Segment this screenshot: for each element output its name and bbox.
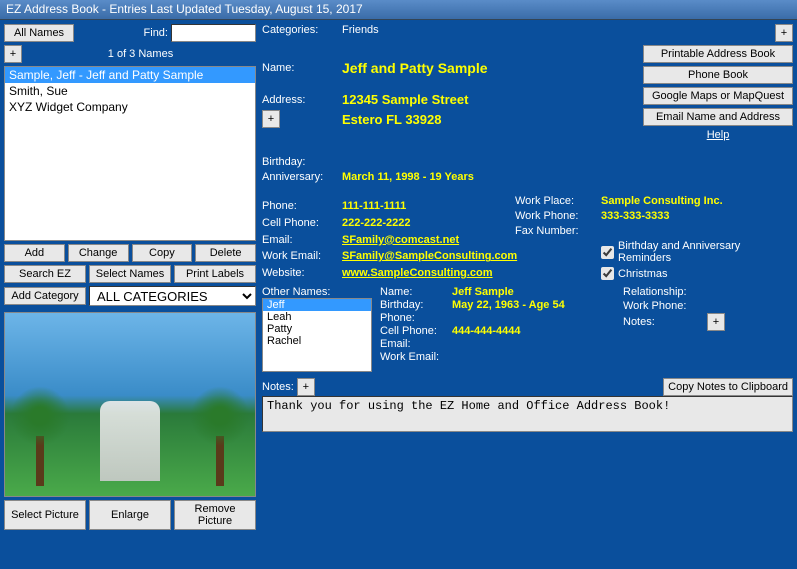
email-label: Email:: [262, 234, 334, 246]
notes-textarea[interactable]: [262, 396, 793, 432]
remove-picture-button[interactable]: Remove Picture: [174, 500, 256, 530]
name-label: Name:: [262, 62, 334, 74]
sub-relationship-label: Relationship:: [623, 286, 701, 298]
sub-workemail-label: Work Email:: [380, 351, 446, 363]
website-link[interactable]: www.SampleConsulting.com: [342, 267, 517, 279]
cell-label: Cell Phone:: [262, 217, 334, 229]
search-ez-button[interactable]: Search EZ: [4, 265, 86, 283]
workplace-value: Sample Consulting Inc.: [601, 195, 793, 207]
window-titlebar: EZ Address Book - Entries Last Updated T…: [0, 0, 797, 20]
christmas-checkbox[interactable]: Christmas: [601, 267, 793, 280]
all-names-button[interactable]: All Names: [4, 24, 74, 42]
add-name-plus-button[interactable]: +: [4, 45, 22, 63]
phone-value: 111-111-1111: [342, 200, 517, 212]
address-line2: Estero FL 33928: [342, 112, 622, 127]
website-label: Website:: [262, 267, 334, 279]
list-item[interactable]: Sample, Jeff - Jeff and Patty Sample: [5, 67, 255, 83]
other-names-listbox[interactable]: Jeff Leah Patty Rachel: [262, 298, 372, 372]
fax-label: Fax Number:: [515, 225, 593, 237]
find-input[interactable]: [171, 24, 256, 42]
list-item[interactable]: Jeff: [263, 299, 371, 311]
name-count: 1 of 3 Names: [108, 48, 173, 60]
sub-name-value: Jeff Sample: [452, 286, 615, 298]
left-panel: All Names Find: + 1 of 3 Names Sample, J…: [4, 24, 256, 565]
other-names-label: Other Names:: [262, 286, 330, 298]
address-plus-button[interactable]: +: [262, 110, 280, 128]
sub-bday-value: May 22, 1963 - Age 54: [452, 299, 615, 311]
sub-bday-label: Birthday:: [380, 299, 446, 311]
find-label: Find:: [144, 27, 168, 39]
list-item[interactable]: Rachel: [263, 335, 371, 347]
email-name-address-button[interactable]: Email Name and Address: [643, 108, 793, 126]
birthday-label: Birthday:: [262, 156, 334, 168]
address-label: Address:: [262, 94, 334, 106]
help-link[interactable]: Help: [643, 129, 793, 141]
work-email-link[interactable]: SFamily@SampleConsulting.com: [342, 250, 517, 262]
copy-button[interactable]: Copy: [132, 244, 193, 262]
sub-email-label: Email:: [380, 338, 446, 350]
anniversary-label: Anniversary:: [262, 171, 334, 183]
cell-value: 222-222-2222: [342, 217, 517, 229]
sub-phone-label: Phone:: [380, 312, 446, 324]
category-select[interactable]: ALL CATEGORIES: [89, 286, 256, 306]
address-line1: 12345 Sample Street: [342, 92, 622, 107]
add-category-button[interactable]: Add Category: [4, 287, 86, 305]
sub-notes-plus-button[interactable]: +: [707, 313, 725, 331]
phone-book-button[interactable]: Phone Book: [643, 66, 793, 84]
sub-cell-value: 444-444-4444: [452, 325, 615, 337]
sub-name-label: Name:: [380, 286, 446, 298]
list-item[interactable]: Patty: [263, 323, 371, 335]
phone-label: Phone:: [262, 200, 334, 212]
enlarge-button[interactable]: Enlarge: [89, 500, 171, 530]
work-email-label: Work Email:: [262, 250, 334, 262]
reminders-checkbox[interactable]: Birthday and Anniversary Reminders: [601, 240, 793, 264]
categories-label: Categories:: [262, 24, 334, 36]
list-item[interactable]: Smith, Sue: [5, 83, 255, 99]
sub-notes-label: Notes:: [623, 316, 701, 328]
workplace-label: Work Place:: [515, 195, 593, 207]
print-labels-button[interactable]: Print Labels: [174, 265, 256, 283]
sub-workphone-label: Work Phone:: [623, 300, 701, 312]
contact-picture: [4, 312, 256, 497]
categories-value: Friends: [342, 24, 622, 36]
change-button[interactable]: Change: [68, 244, 129, 262]
add-button[interactable]: Add: [4, 244, 65, 262]
list-item[interactable]: Leah: [263, 311, 371, 323]
maps-button[interactable]: Google Maps or MapQuest: [643, 87, 793, 105]
anniversary-value: March 11, 1998 - 19 Years: [342, 171, 622, 183]
notes-label: Notes:: [262, 381, 294, 393]
name-value: Jeff and Patty Sample: [342, 60, 622, 76]
copy-notes-button[interactable]: Copy Notes to Clipboard: [663, 378, 793, 396]
names-listbox[interactable]: Sample, Jeff - Jeff and Patty Sample Smi…: [4, 66, 256, 241]
select-names-button[interactable]: Select Names: [89, 265, 171, 283]
select-picture-button[interactable]: Select Picture: [4, 500, 86, 530]
delete-button[interactable]: Delete: [195, 244, 256, 262]
categories-plus-button[interactable]: +: [775, 24, 793, 42]
sub-cell-label: Cell Phone:: [380, 325, 446, 337]
list-item[interactable]: XYZ Widget Company: [5, 99, 255, 115]
right-panel: + Printable Address Book Phone Book Goog…: [262, 24, 793, 565]
printable-address-book-button[interactable]: Printable Address Book: [643, 45, 793, 63]
workphone-value: 333-333-3333: [601, 210, 793, 222]
notes-plus-button[interactable]: +: [297, 378, 315, 396]
workphone-label: Work Phone:: [515, 210, 593, 222]
email-link[interactable]: SFamily@comcast.net: [342, 234, 517, 246]
